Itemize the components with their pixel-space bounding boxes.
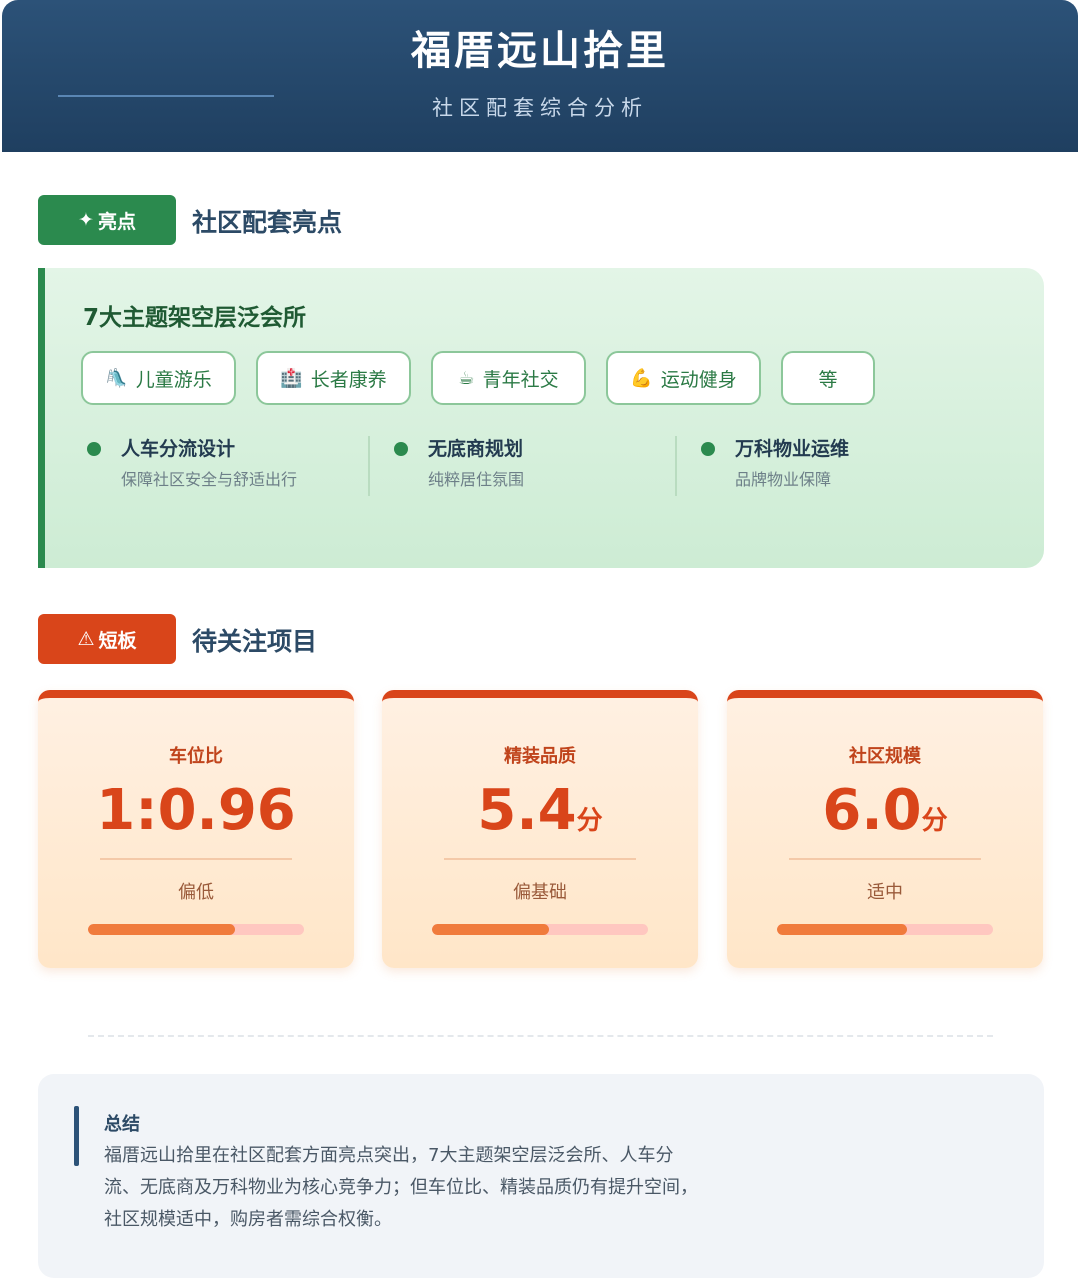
chip-fitness: 💪 运动健身 [606,351,761,405]
highlight-tag-label: 亮点 [97,210,136,233]
shortcoming-tag: ⚠ 短板 [38,614,176,664]
bullet-dot-icon [394,442,408,456]
chip-label: 长者康养 [310,368,387,391]
metric-number: 1:0.96 [96,778,296,843]
highlight-tag: ✦ 亮点 [38,195,176,245]
child-play-icon: 🛝 [105,367,128,389]
metric-value: 1:0.96 [38,776,354,856]
feature-title: 人车分流设计 [121,438,236,460]
chip-elder-care: 🏥 长者康养 [256,351,411,405]
chip-label: 运动健身 [660,368,737,391]
metric-unit: 分 [576,806,603,836]
metric-status: 偏基础 [513,882,567,903]
youth-social-icon: ☕ [458,367,475,389]
metric-progress-fill [88,924,235,935]
bullet-dot-icon [701,442,715,456]
metric-progress-track [777,924,993,935]
metric-number: 6.0 [822,778,922,843]
sparkle-icon: ✦ [78,209,94,231]
metric-progress-track [432,924,648,935]
metric-label: 车位比 [169,746,223,767]
bullet-dot-icon [87,442,101,456]
metric-card-parking: 车位比 1:0.96 偏低 [38,690,354,968]
page-header: 福厝远山拾里 社区配套综合分析 [2,0,1078,152]
chip-youth-social: ☕ 青年社交 [431,351,586,405]
metric-divider [100,858,292,860]
page-title: 福厝远山拾里 [411,28,669,74]
warning-icon: ⚠ [77,628,95,650]
dashed-separator [88,1035,993,1037]
metric-progress-fill [777,924,907,935]
chip-label: 青年社交 [482,368,559,391]
page-subtitle: 社区配套综合分析 [432,96,648,120]
metric-label: 精装品质 [504,746,576,767]
shortcoming-section-title: 待关注项目 [192,627,318,656]
metric-progress-fill [432,924,549,935]
summary-panel: 总结 福厝远山拾里在社区配套方面亮点突出，7大主题架空层泛会所、人车分流、无底商… [38,1074,1044,1278]
summary-text: 福厝远山拾里在社区配套方面亮点突出，7大主题架空层泛会所、人车分流、无底商及万科… [104,1145,698,1230]
feature-divider [368,436,370,496]
chip-label: 等 [818,368,838,391]
metric-unit: 分 [921,806,948,836]
metric-divider [789,858,981,860]
metric-progress-track [88,924,304,935]
highlight-section-title: 社区配套亮点 [192,208,343,237]
metric-divider [444,858,636,860]
metric-value: 6.0分 [727,776,1043,856]
summary-title: 总结 [104,1114,140,1135]
metric-card-decoration: 精装品质 5.4分 偏基础 [382,690,698,968]
metric-value: 5.4分 [382,776,698,856]
elder-care-icon: 🏥 [280,367,303,389]
metric-number: 5.4 [477,778,577,843]
summary-accent-bar [74,1106,79,1166]
highlight-card-title: 7大主题架空层泛会所 [83,305,307,331]
feature-desc: 保障社区安全与舒适出行 [121,470,298,489]
muscle-icon: 💪 [630,367,653,389]
chip-label: 儿童游乐 [135,368,212,391]
highlight-card: 7大主题架空层泛会所 🛝 儿童游乐 🏥 长者康养 ☕ 青年社交 💪 运动健身 等… [38,268,1044,568]
feature-divider [675,436,677,496]
feature-desc: 品牌物业保障 [735,470,832,489]
chip-children-play: 🛝 儿童游乐 [81,351,236,405]
metric-card-scale: 社区规模 6.0分 适中 [727,690,1043,968]
metric-status: 偏低 [178,882,214,903]
chip-etc: 等 [781,351,875,405]
feature-title: 无底商规划 [428,438,524,460]
feature-desc: 纯粹居住氛围 [428,470,525,489]
shortcoming-tag-label: 短板 [98,629,137,652]
metric-status: 适中 [867,882,903,903]
feature-title: 万科物业运维 [735,438,850,460]
metric-label: 社区规模 [849,746,921,767]
